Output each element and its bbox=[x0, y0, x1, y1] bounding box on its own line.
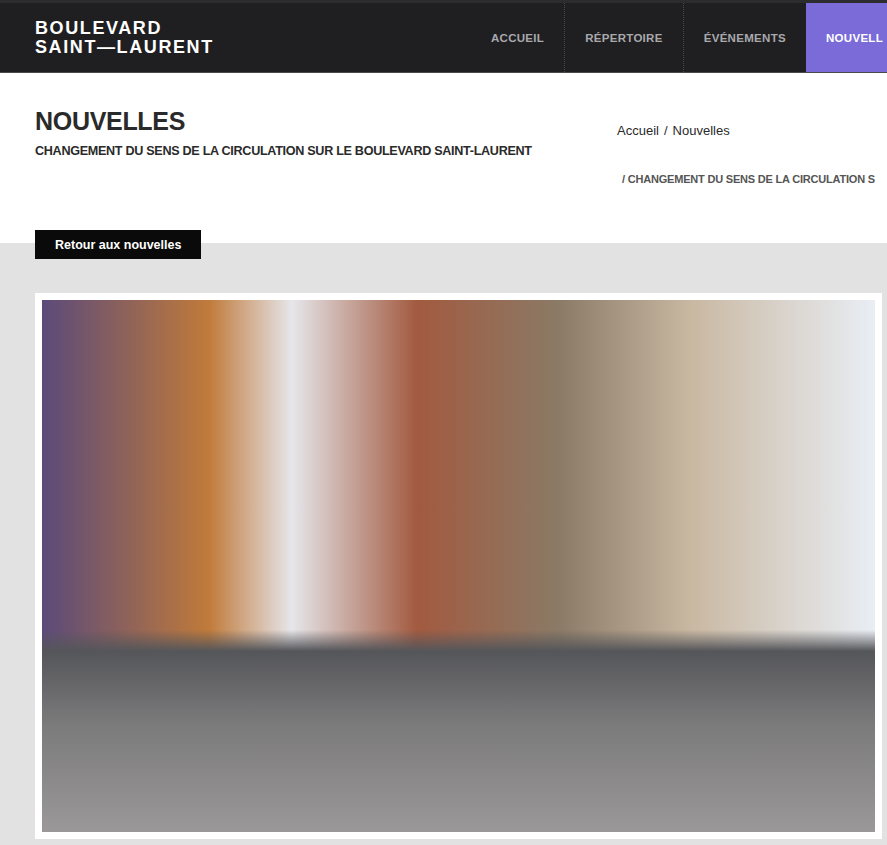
article-photo bbox=[42, 300, 875, 832]
nav-item[interactable]: ÉVÉNEMENTS bbox=[683, 3, 806, 72]
logo-line: BOULEVARD bbox=[35, 19, 214, 38]
breadcrumb-link[interactable]: Accueil bbox=[617, 123, 659, 138]
article-body: Retour aux nouvelles bbox=[0, 243, 887, 839]
page-subtitle: CHANGEMENT DU SENS DE LA CIRCULATION SUR… bbox=[35, 144, 597, 158]
breadcrumb-separator: / bbox=[664, 123, 668, 138]
site-header: BOULEVARDSAINT—LAURENT ACCUEILRÉPERTOIREÉ… bbox=[0, 0, 887, 73]
photo-card bbox=[35, 293, 882, 839]
page: BOULEVARDSAINT—LAURENT ACCUEILRÉPERTOIREÉ… bbox=[0, 0, 887, 845]
nav-item[interactable]: ACCUEIL bbox=[471, 3, 564, 72]
breadcrumb-row: Accueil / Nouvelles bbox=[617, 123, 883, 138]
nav-item[interactable]: NOUVELL bbox=[806, 3, 887, 72]
back-button[interactable]: Retour aux nouvelles bbox=[35, 230, 201, 259]
breadcrumb: Accueil / Nouvelles / CHANGEMENT DU SENS DE… bbox=[617, 107, 887, 243]
nav-item[interactable]: RÉPERTOIRE bbox=[564, 3, 683, 72]
page-title: NOUVELLES bbox=[35, 107, 597, 136]
breadcrumb-current: / CHANGEMENT DU SENS DE LA CIRCULATION S bbox=[617, 172, 883, 186]
breadcrumb-link[interactable]: Nouvelles bbox=[673, 123, 730, 138]
logo-line: SAINT—LAURENT bbox=[35, 38, 214, 57]
title-block: NOUVELLES CHANGEMENT DU SENS DE LA CIRCUL… bbox=[35, 107, 617, 243]
main-nav: ACCUEILRÉPERTOIREÉVÉNEMENTSNOUVELL bbox=[471, 3, 887, 72]
logo[interactable]: BOULEVARDSAINT—LAURENT bbox=[0, 3, 214, 72]
page-intro: NOUVELLES CHANGEMENT DU SENS DE LA CIRCUL… bbox=[0, 73, 887, 243]
